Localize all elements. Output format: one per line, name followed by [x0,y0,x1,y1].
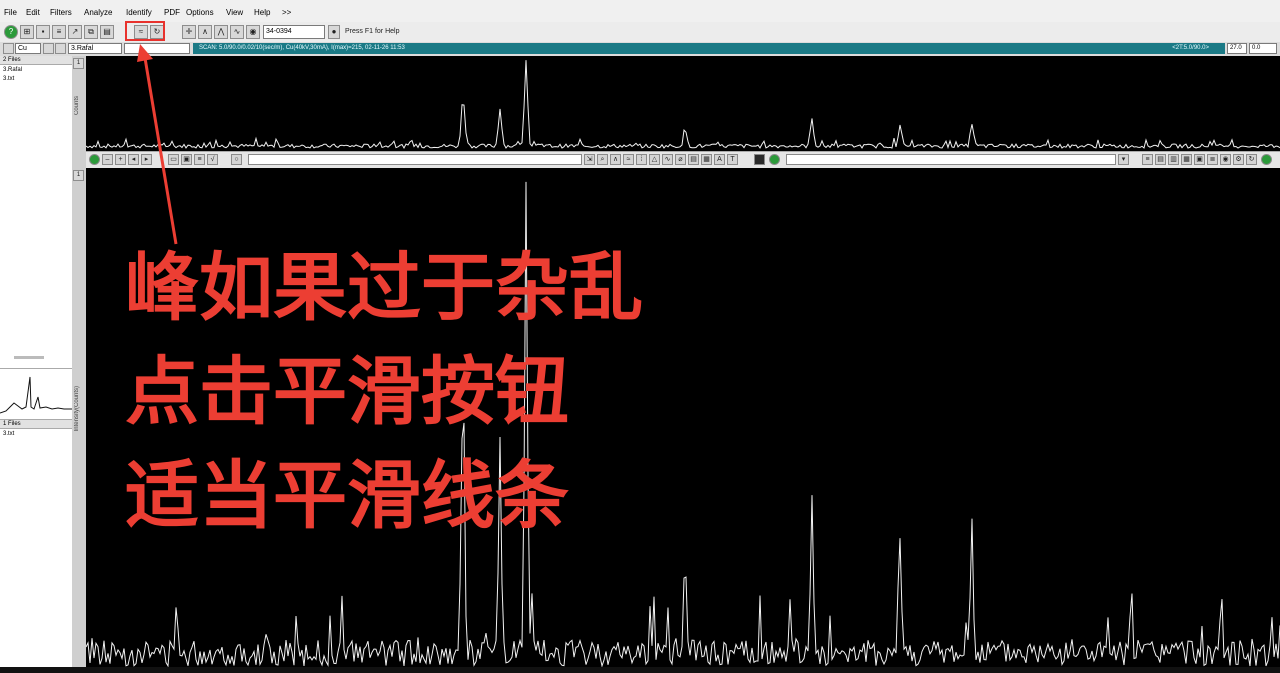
annotation-line-3: 适当平滑线条 [125,453,569,539]
annotation-text: 峰如果过于杂乱 点击平滑按钮 适当平滑线条 [125,236,643,548]
annotation-line-2: 点击平滑按钮 [125,349,569,435]
annotation-line-1: 峰如果过于杂乱 [125,245,643,331]
window-bottom-edge [0,667,1280,673]
